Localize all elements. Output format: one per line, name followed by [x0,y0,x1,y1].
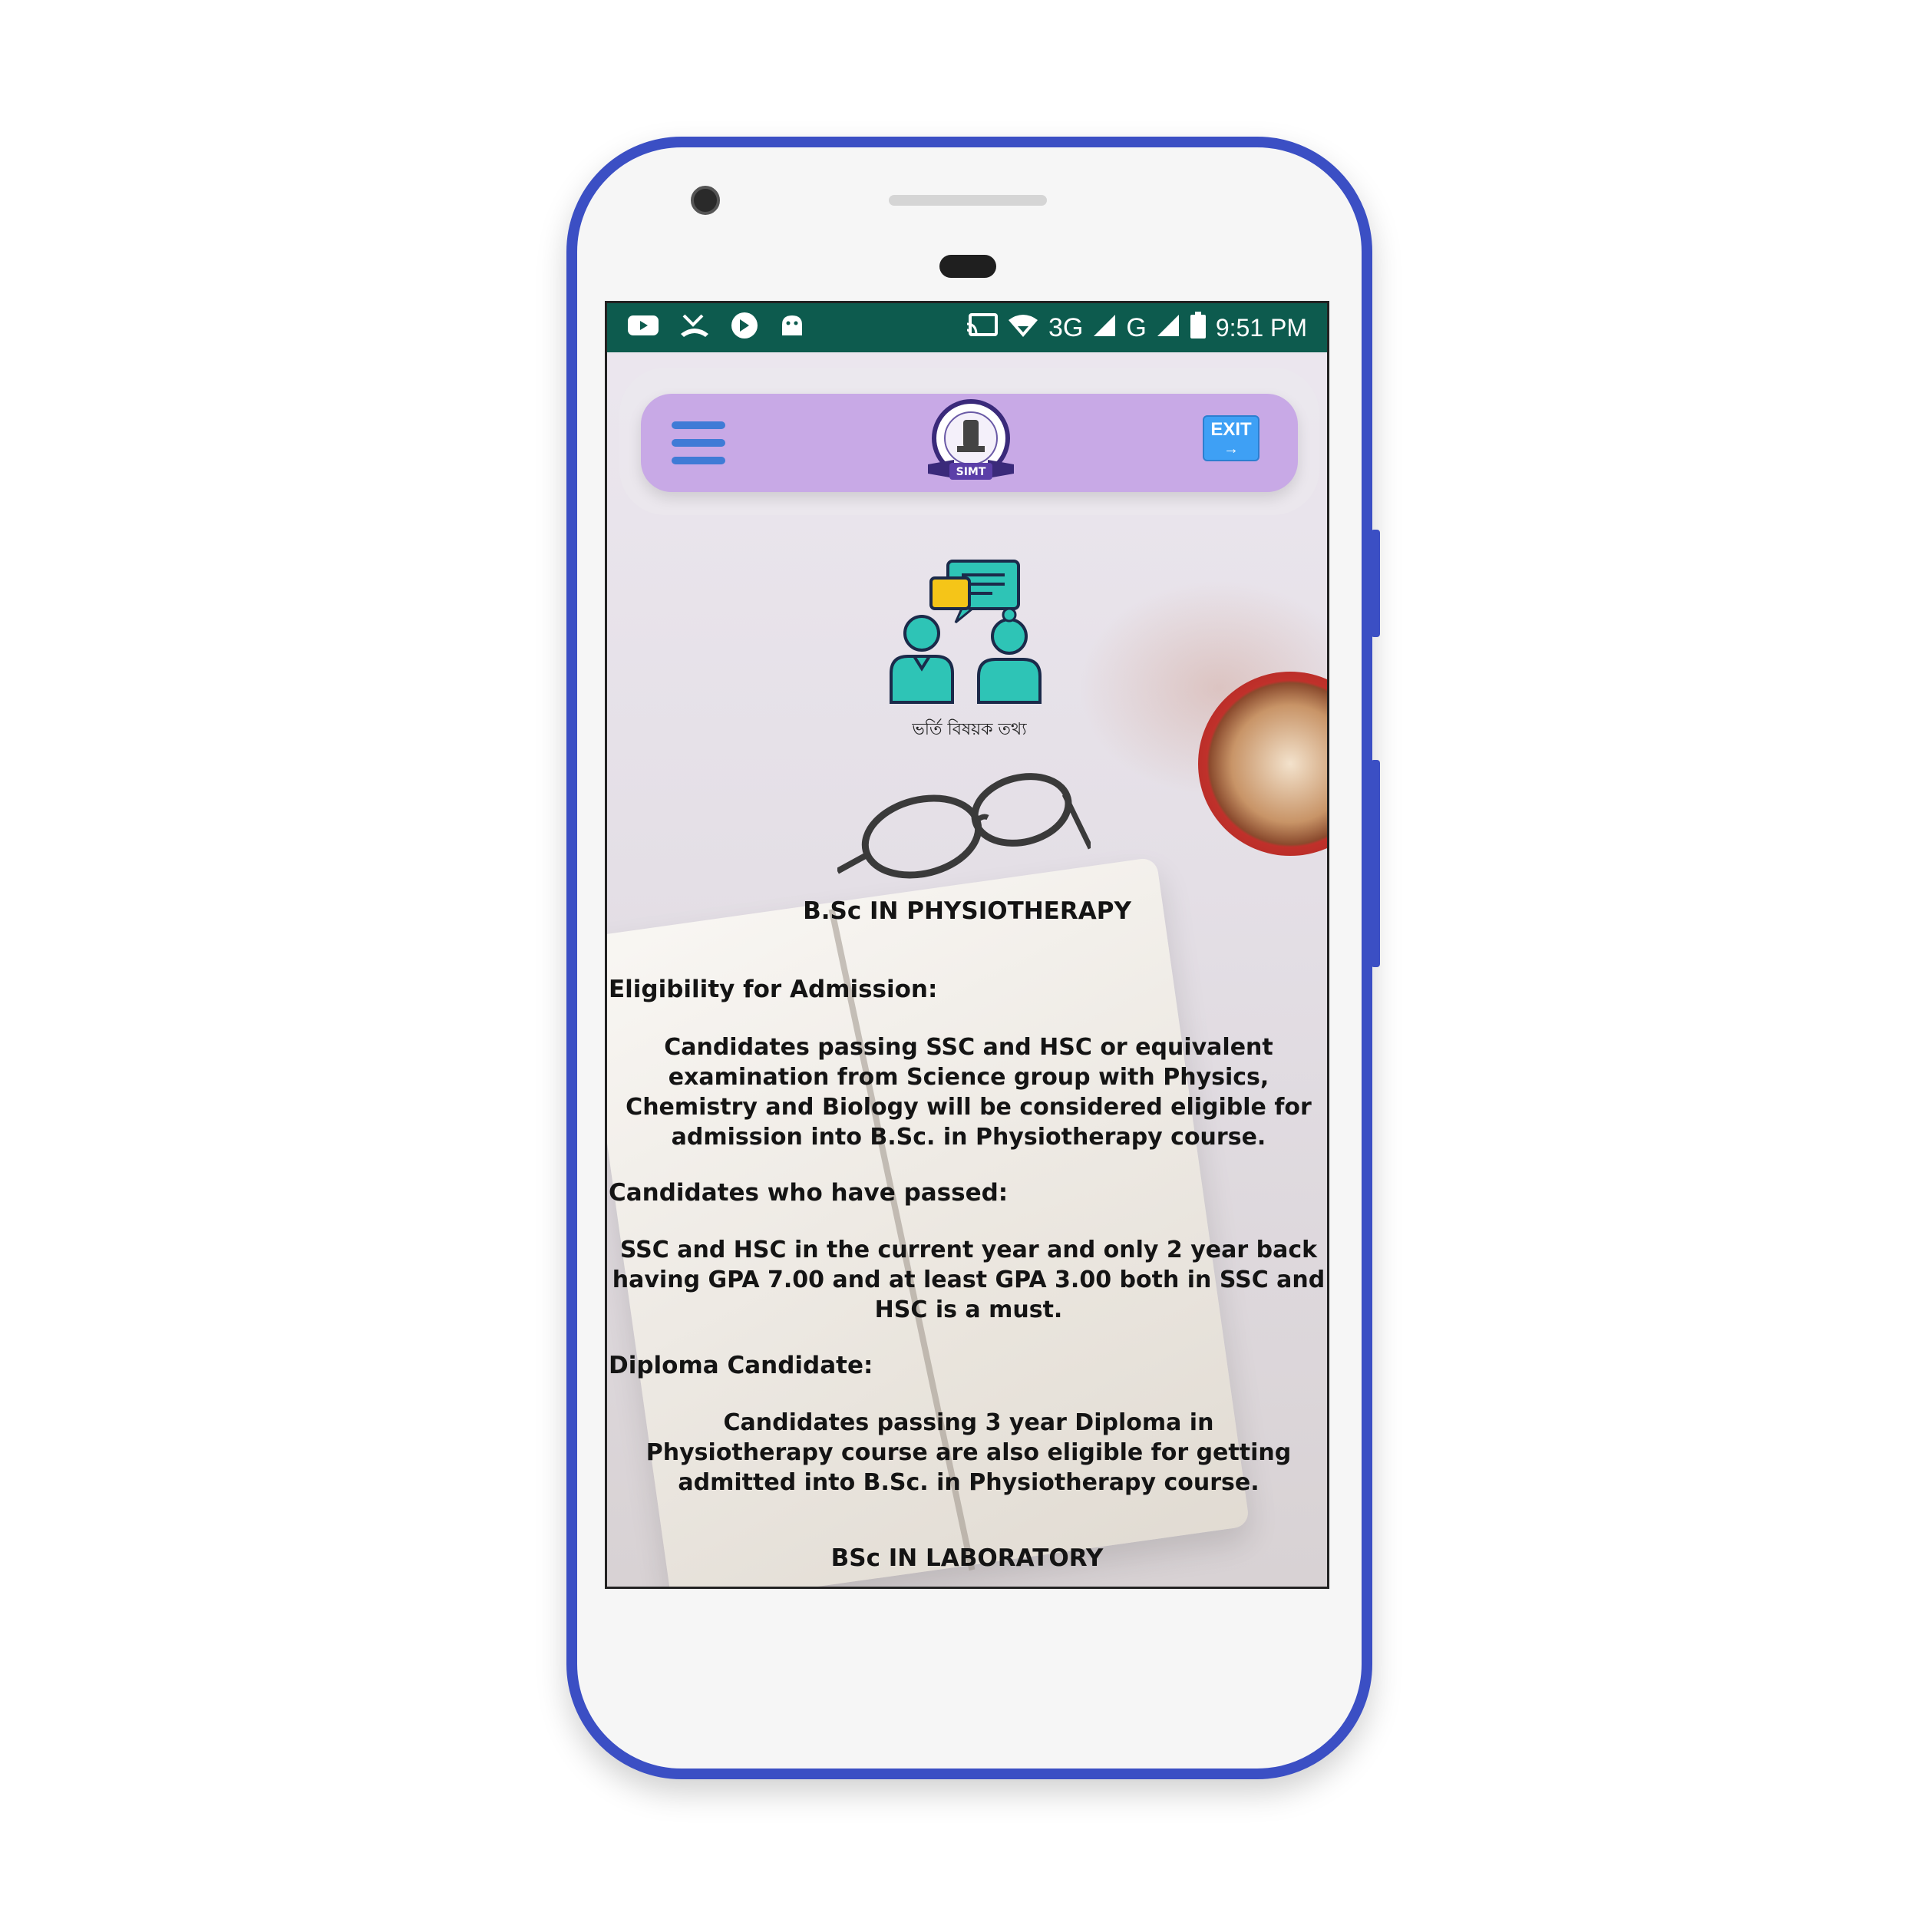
status-bar: 3G G 9:51 PM [607,303,1327,352]
simt-logo[interactable]: SIMT [923,398,1018,487]
menu-icon[interactable] [672,421,725,464]
roaming-signal-icon [1156,313,1180,342]
phone-side-button-power [1371,530,1380,637]
diploma-text: Candidates passing 3 year Diploma in Phy… [645,1409,1292,1496]
passed-heading: Candidates who have passed: [609,1179,1009,1207]
cast-icon [966,313,999,342]
coffee-cup-decoration [1198,672,1327,856]
battery-icon [1190,312,1207,344]
android-icon [779,312,805,343]
phone-side-button-volume [1371,760,1380,967]
phone-screen: 3G G 9:51 PM SIMT EXIT → ভর্তি বিষয়ক তথ… [605,301,1329,1589]
exit-button[interactable]: EXIT → [1203,415,1259,461]
physio-title: B.Sc IN PHYSIOTHERAPY [803,897,1131,925]
eligibility-heading: Eligibility for Admission: [609,976,938,1003]
network-type-label: 3G [1048,312,1084,342]
consultation-icon [890,560,1042,704]
lab-title: BSc IN LABORATORY [830,1544,1104,1572]
shield-app-icon [730,311,759,345]
arrow-right-icon: → [1223,441,1239,457]
youtube-icon [627,314,659,342]
network-secondary-label: G [1126,312,1147,342]
exit-button-label: EXIT [1210,419,1252,440]
passed-text: SSC and HSC in the current year and only… [612,1237,1326,1323]
logo-text: SIMT [956,466,986,478]
diploma-heading: Diploma Candidate: [609,1352,873,1379]
wifi-icon [1007,312,1039,343]
clock-time: 9:51 PM [1215,313,1307,342]
eyeglasses-decoration [837,773,1091,879]
admission-info-button[interactable]: ভর্তি বিষয়ক তথ্য [885,556,1054,741]
signal-icon [1092,313,1117,342]
earpiece-speaker [889,195,1047,206]
proximity-sensor [939,255,996,278]
eligibility-text: Candidates passing SSC and HSC or equiva… [626,1034,1312,1151]
missed-call-icon [679,312,710,343]
admission-caption: ভর্তি বিষয়ক তথ্য [912,720,1027,739]
front-camera [691,186,720,215]
app-bar: SIMT EXIT → [641,394,1298,492]
